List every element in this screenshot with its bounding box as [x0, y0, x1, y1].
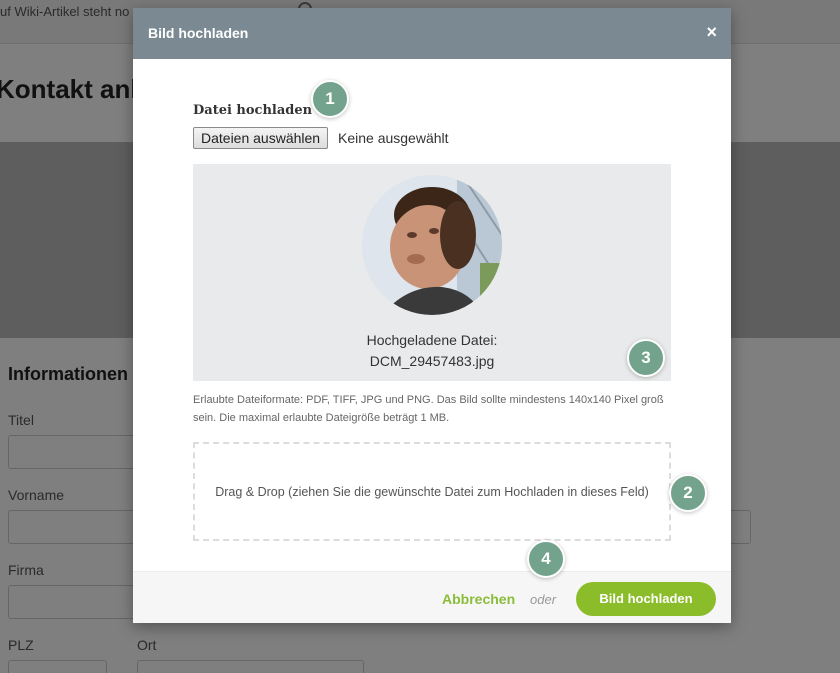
upload-image-button[interactable]: Bild hochladen: [576, 582, 716, 616]
upload-preview: Hochgeladene Datei: DCM_29457483.jpg: [193, 164, 671, 381]
modal-header: Bild hochladen ×: [133, 8, 731, 59]
annotation-badge-1: 1: [311, 80, 349, 118]
choose-files-button[interactable]: Dateien auswählen: [193, 127, 329, 149]
modal-title: Bild hochladen: [148, 25, 249, 41]
close-icon[interactable]: ×: [706, 22, 717, 42]
or-separator: oder: [530, 592, 557, 607]
allowed-formats-hint: Erlaubte Dateiformate: PDF, TIFF, JPG un…: [193, 394, 664, 424]
annotation-badge-3: 3: [627, 339, 665, 377]
upload-image-modal: Bild hochladen × Datei hochladen Dateien…: [133, 8, 731, 623]
drag-drop-text: Drag & Drop (ziehen Sie die gewünschte D…: [215, 484, 649, 499]
file-status: Keine ausgewählt: [338, 130, 449, 146]
annotation-badge-2: 2: [669, 474, 707, 512]
uploaded-file-name: DCM_29457483.jpg: [369, 353, 495, 369]
annotation-badge-4: 4: [527, 540, 565, 578]
drag-drop-zone[interactable]: Drag & Drop (ziehen Sie die gewünschte D…: [193, 442, 671, 541]
avatar: [362, 175, 502, 315]
modal-footer: Abbrechen oder Bild hochladen: [133, 571, 731, 623]
cancel-button[interactable]: Abbrechen: [442, 591, 515, 607]
file-upload-label: Datei hochladen: [193, 103, 313, 118]
uploaded-file-caption: Hochgeladene Datei:: [366, 332, 498, 348]
